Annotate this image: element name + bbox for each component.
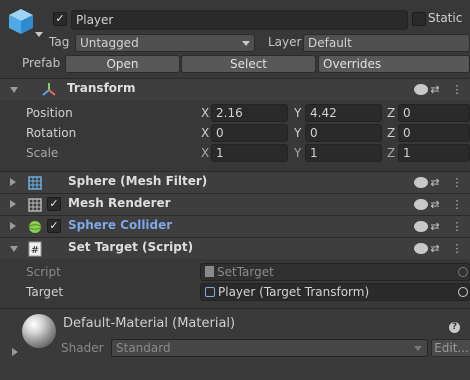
target-field[interactable]: Player (Target Transform): [200, 283, 470, 301]
prefab-overrides-label: Overrides: [323, 57, 382, 71]
static-checkbox[interactable]: [412, 12, 426, 26]
tag-caret-icon: [242, 41, 250, 46]
tag-label: Tag: [49, 35, 70, 49]
mesh-filter-icon: [28, 176, 42, 190]
mesh-renderer-icon: [28, 198, 42, 212]
scale-x-label[interactable]: X: [201, 146, 209, 160]
sphere-collider-header[interactable]: ✓ Sphere Collider ? ⇄ ⋮: [0, 215, 470, 237]
presets-icon[interactable]: ⇄: [428, 242, 442, 255]
mesh-filter-header[interactable]: Sphere (Mesh Filter) ? ⇄ ⋮: [0, 171, 470, 193]
context-menu-icon[interactable]: ⋮: [450, 83, 464, 96]
layer-dropdown[interactable]: Default: [303, 34, 470, 52]
tag-dropdown[interactable]: Untagged: [75, 34, 255, 52]
mesh-renderer-header[interactable]: ✓ Mesh Renderer ? ⇄ ⋮: [0, 193, 470, 215]
shader-caret-icon: [414, 346, 422, 351]
rotation-x-field[interactable]: 0: [211, 124, 288, 142]
rotation-y-field[interactable]: 0: [305, 124, 382, 142]
scale-label: Scale: [26, 146, 59, 160]
help-icon[interactable]: ?: [406, 83, 428, 96]
script-object-picker-icon: [458, 267, 468, 277]
target-field-label: Target: [26, 285, 64, 299]
shader-dropdown: Standard: [111, 339, 428, 357]
rotation-label: Rotation: [26, 126, 77, 140]
active-checkbox[interactable]: ✓: [53, 12, 67, 26]
gameobject-cube-icon[interactable]: [6, 6, 36, 36]
mesh-renderer-title: Mesh Renderer: [68, 196, 171, 210]
transform-title: Transform: [67, 81, 136, 95]
position-x-field[interactable]: 2.16: [211, 104, 288, 122]
script-value: SetTarget: [217, 265, 274, 279]
scale-y-field[interactable]: 1: [305, 144, 382, 162]
script-icon: #: [28, 241, 42, 257]
prefab-open-button[interactable]: Open: [65, 55, 180, 73]
script-fold-arrow-icon[interactable]: [10, 246, 18, 252]
layer-label: Layer: [268, 35, 302, 49]
context-menu-icon[interactable]: ⋮: [450, 176, 464, 189]
script-field: SetTarget: [200, 263, 470, 281]
context-menu-icon[interactable]: ⋮: [450, 242, 464, 255]
icon-dropdown-caret[interactable]: [35, 32, 43, 37]
script-field-label: Script: [26, 265, 61, 279]
rotation-z-field[interactable]: 0: [398, 124, 470, 142]
prefab-overrides-dropdown[interactable]: Overrides: [318, 55, 470, 73]
material-fold-arrow-icon[interactable]: [12, 348, 18, 356]
prefab-label: Prefab: [22, 56, 61, 70]
sphere-collider-fold-arrow-icon[interactable]: [10, 222, 16, 230]
mesh-renderer-fold-arrow-icon[interactable]: [10, 200, 16, 208]
target-object-picker-icon[interactable]: [458, 287, 468, 297]
transform-icon: [42, 83, 56, 96]
sphere-collider-icon: [28, 221, 42, 233]
rotation-x-label[interactable]: X: [201, 126, 209, 140]
shader-label: Shader: [61, 341, 104, 355]
scale-z-label[interactable]: Z: [387, 146, 395, 160]
material-name: Default-Material (Material): [63, 316, 236, 331]
position-z-label[interactable]: Z: [387, 106, 395, 120]
mesh-renderer-enabled-checkbox[interactable]: ✓: [47, 197, 61, 211]
help-icon[interactable]: ?: [406, 242, 428, 255]
material-preview-sphere[interactable]: [22, 314, 56, 348]
script-header[interactable]: # Set Target (Script) ? ⇄ ⋮: [0, 237, 470, 259]
prefab-select-button[interactable]: Select: [181, 55, 316, 73]
position-z-field[interactable]: 0: [398, 104, 470, 122]
sphere-collider-title: Sphere Collider: [68, 218, 173, 232]
shader-edit-button[interactable]: Edit...: [431, 339, 470, 357]
context-menu-icon[interactable]: ⋮: [450, 198, 464, 211]
rotation-z-label[interactable]: Z: [387, 126, 395, 140]
transform-ref-icon: [205, 287, 215, 297]
target-value: Player (Target Transform): [218, 285, 370, 299]
position-y-label[interactable]: Y: [294, 106, 301, 120]
presets-icon[interactable]: ⇄: [428, 83, 442, 96]
rotation-y-label[interactable]: Y: [294, 126, 301, 140]
tag-value: Untagged: [80, 36, 139, 50]
position-y-field[interactable]: 4.42: [305, 104, 382, 122]
sphere-collider-enabled-checkbox[interactable]: ✓: [47, 219, 61, 233]
mesh-filter-title: Sphere (Mesh Filter): [68, 174, 208, 188]
help-icon[interactable]: ?: [406, 176, 428, 189]
script-file-icon: [205, 266, 214, 277]
scale-y-label[interactable]: Y: [294, 146, 301, 160]
presets-icon[interactable]: ⇄: [428, 220, 442, 233]
mesh-filter-fold-arrow-icon[interactable]: [10, 178, 16, 186]
help-icon[interactable]: ?: [406, 220, 428, 233]
transform-fold-arrow-icon[interactable]: [10, 87, 18, 93]
name-field[interactable]: Player: [71, 10, 408, 30]
scale-x-field[interactable]: 1: [211, 144, 288, 162]
position-x-label[interactable]: X: [201, 106, 209, 120]
svg-text:#: #: [31, 245, 39, 256]
context-menu-icon[interactable]: ⋮: [450, 220, 464, 233]
help-icon[interactable]: ?: [406, 198, 428, 211]
scale-z-field[interactable]: 1: [398, 144, 470, 162]
transform-header[interactable]: Transform ? ⇄ ⋮: [0, 78, 470, 100]
layer-value: Default: [308, 36, 352, 50]
presets-icon[interactable]: ⇄: [428, 176, 442, 189]
presets-icon[interactable]: ⇄: [428, 198, 442, 211]
shader-value: Standard: [116, 341, 171, 355]
static-label: Static: [428, 11, 463, 25]
material-help-icon[interactable]: ?: [449, 318, 460, 333]
script-title: Set Target (Script): [68, 240, 194, 254]
position-label: Position: [26, 106, 73, 120]
